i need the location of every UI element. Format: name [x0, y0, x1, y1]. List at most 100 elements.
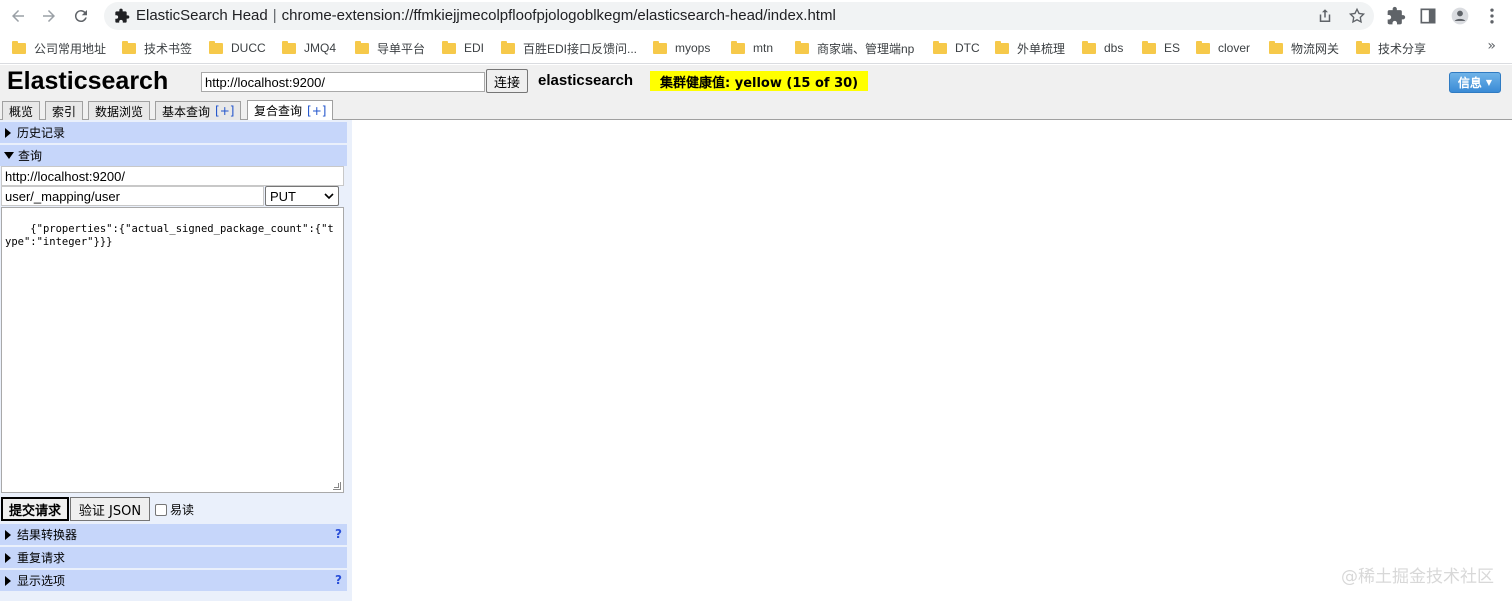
bookmark-item[interactable]: JMQ4: [282, 40, 336, 56]
folder-icon: [12, 40, 26, 54]
triangle-right-icon: [5, 575, 11, 586]
bookmark-item[interactable]: ES: [1142, 40, 1180, 56]
menu-kebab-icon[interactable]: [1482, 6, 1502, 26]
bookmark-item[interactable]: 商家端、管理端np: [795, 40, 914, 56]
folder-icon: [355, 40, 369, 54]
bookmark-item[interactable]: 物流网关: [1269, 40, 1339, 56]
page-tab-title: ElasticSearch Head: [136, 7, 268, 24]
chevron-down-icon: [324, 193, 334, 200]
pretty-checkbox[interactable]: [155, 503, 167, 516]
folder-icon: [1269, 40, 1283, 54]
bookmark-label: 物流网关: [1291, 41, 1340, 56]
resize-grip-icon[interactable]: [333, 482, 341, 490]
request-body-textarea[interactable]: {"properties":{"actual_signed_package_co…: [1, 207, 344, 493]
es-header: Elasticsearch 连接 elasticsearch 集群健康值: ye…: [0, 65, 1512, 99]
tab-indices[interactable]: 索引: [45, 101, 84, 120]
bookmark-label: DTC: [955, 41, 980, 55]
triangle-right-icon: [5, 127, 11, 138]
bookmark-item[interactable]: dbs: [1082, 40, 1123, 56]
reload-icon: [74, 10, 87, 23]
section-label: 查询: [18, 149, 43, 163]
bookmark-label: 公司常用地址: [34, 41, 107, 56]
bookmark-item[interactable]: myops: [653, 40, 710, 56]
bookmark-label: 技术分享: [1378, 41, 1427, 56]
bookmark-item[interactable]: 外单梳理: [995, 40, 1065, 56]
section-label: 重复请求: [17, 551, 66, 565]
bookmark-label: clover: [1218, 41, 1251, 55]
section-label: 显示选项: [17, 574, 66, 588]
address-separator: |: [272, 7, 277, 24]
http-method-select[interactable]: PUT: [265, 186, 339, 206]
tab-add-button[interactable]: [+]: [307, 104, 326, 118]
triangle-down-icon: [4, 152, 14, 159]
star-icon[interactable]: [1348, 7, 1366, 25]
folder-icon: [209, 40, 223, 54]
request-base-url-input[interactable]: [1, 166, 344, 186]
folder-icon: [653, 40, 667, 54]
address-bar[interactable]: ElasticSearch Head | chrome-extension://ff…: [104, 2, 1374, 30]
folder-icon: [995, 40, 1009, 54]
bookmark-item[interactable]: DTC: [933, 40, 980, 56]
server-url-input[interactable]: [201, 72, 485, 92]
connect-button[interactable]: 连接: [486, 69, 528, 93]
info-label: 信息: [1457, 76, 1482, 90]
info-dropdown-button[interactable]: 信息 ▼: [1449, 72, 1501, 93]
folder-icon: [442, 40, 456, 54]
folder-icon: [501, 40, 515, 54]
share-icon[interactable]: [1316, 7, 1334, 25]
submit-request-button[interactable]: 提交请求: [1, 497, 69, 521]
cluster-name: elasticsearch: [538, 72, 634, 89]
bookmark-item[interactable]: 导单平台: [355, 40, 425, 56]
bookmark-item[interactable]: DUCC: [209, 40, 266, 56]
validate-json-button[interactable]: 验证 JSON: [70, 497, 150, 521]
arrow-right-icon: [43, 10, 55, 22]
bookmark-item[interactable]: clover: [1196, 40, 1250, 56]
browser-toolbar: ElasticSearch Head | chrome-extension://ff…: [0, 0, 1512, 32]
side-panel-icon[interactable]: [1418, 6, 1438, 26]
tab-label: 索引: [52, 104, 77, 119]
back-button[interactable]: [6, 4, 30, 28]
history-section-header[interactable]: 历史记录: [0, 122, 347, 143]
tab-basic-query[interactable]: 基本查询 [+]: [155, 101, 242, 120]
bookmark-item[interactable]: 公司常用地址: [12, 40, 106, 56]
pretty-print-option[interactable]: 易读: [155, 501, 194, 518]
folder-icon: [1082, 40, 1096, 54]
tab-label: 复合查询: [254, 104, 303, 118]
bookmark-item[interactable]: 技术书签: [122, 40, 192, 56]
main-tabs: 概览 索引 数据浏览 基本查询 [+] 复合查询 [+]: [0, 99, 1512, 120]
bookmark-item[interactable]: 技术分享: [1356, 40, 1426, 56]
extensions-icon[interactable]: [1386, 6, 1406, 26]
profile-avatar-icon[interactable]: [1450, 6, 1470, 26]
cluster-health-badge: 集群健康值: yellow (15 of 30): [650, 71, 869, 91]
address-text: ElasticSearch Head | chrome-extension://ff…: [136, 7, 836, 24]
tab-any-request[interactable]: 复合查询 [+]: [247, 100, 334, 120]
arrow-left-icon: [12, 10, 24, 22]
bookmark-label: dbs: [1104, 41, 1124, 55]
folder-icon: [1356, 40, 1370, 54]
bookmarks-overflow-button[interactable]: »: [1487, 38, 1496, 54]
request-path-input[interactable]: [1, 186, 264, 206]
repeat-request-section-header[interactable]: 重复请求: [0, 547, 347, 568]
tab-label: 数据浏览: [95, 104, 144, 119]
bookmark-label: EDI: [464, 41, 485, 55]
folder-icon: [1196, 40, 1210, 54]
result-transformer-section-header[interactable]: 结果转换器 ?: [0, 524, 347, 545]
tab-label: 基本查询: [162, 104, 211, 119]
bookmark-item[interactable]: mtn: [731, 40, 773, 56]
reload-button[interactable]: [69, 4, 93, 28]
bookmark-item[interactable]: EDI: [442, 40, 484, 56]
tab-overview[interactable]: 概览: [2, 101, 41, 120]
request-body-text: {"properties":{"actual_signed_package_co…: [5, 223, 334, 248]
folder-icon: [1142, 40, 1156, 54]
help-icon[interactable]: ?: [335, 527, 342, 541]
display-options-section-header[interactable]: 显示选项 ?: [0, 570, 347, 591]
http-method-value: PUT: [270, 188, 296, 204]
bookmark-item[interactable]: 百胜EDI接口反馈问...: [501, 40, 637, 56]
help-icon[interactable]: ?: [335, 573, 342, 587]
query-panel: 历史记录 查询 PUT {"properties":{"actual_signe…: [0, 120, 352, 601]
tab-browser[interactable]: 数据浏览: [88, 101, 151, 120]
folder-icon: [795, 40, 809, 54]
tab-add-button[interactable]: [+]: [215, 104, 234, 118]
forward-button[interactable]: [37, 4, 61, 28]
query-section-header[interactable]: 查询: [0, 145, 347, 166]
